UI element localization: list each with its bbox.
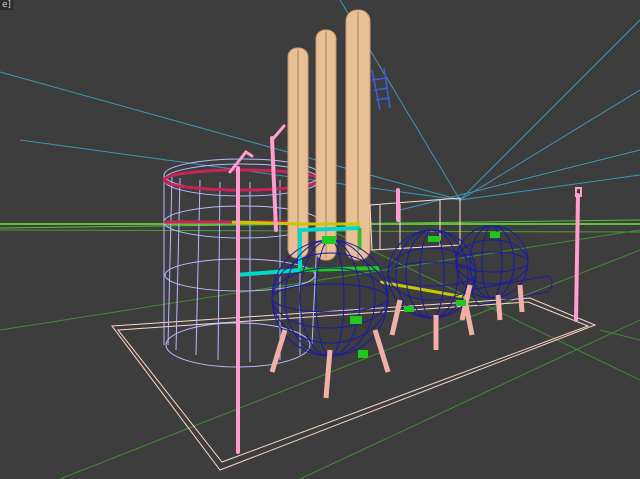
lamp-posts <box>228 124 582 454</box>
scene-render <box>0 0 640 479</box>
ladder <box>371 67 391 111</box>
3d-viewport[interactable]: e] <box>0 0 640 479</box>
